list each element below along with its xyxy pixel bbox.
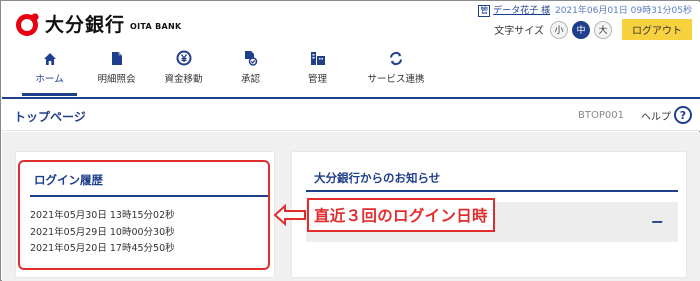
font-size-small-button[interactable]: 小 <box>550 20 568 39</box>
nav-management[interactable]: 管理 <box>284 46 351 96</box>
font-size-large-button[interactable]: 大 <box>594 20 612 39</box>
login-history-list: 2021年05月30日 13時15分02秒 2021年05月29日 10時00分… <box>30 208 175 258</box>
main-nav: ホーム 明細照会 資金移動 承認 管理 サービス連携 <box>16 46 441 96</box>
management-icon <box>284 46 351 66</box>
logout-button[interactable]: ログアウト <box>622 19 692 40</box>
list-item: 2021年05月30日 13時15分02秒 <box>30 210 175 221</box>
list-item: 2021年05月29日 10時00分30秒 <box>30 226 175 238</box>
nav-service-link-label: サービス連携 <box>367 74 425 85</box>
login-history-title: ログイン履歴 <box>34 173 103 187</box>
list-item: 2021年05月20日 17時45分50秒 <box>30 243 175 254</box>
notices-divider <box>306 190 678 192</box>
nav-home[interactable]: ホーム <box>16 46 83 96</box>
page-title: トップページ <box>14 110 86 124</box>
font-size-label: 文字サイズ <box>494 26 544 37</box>
nav-home-label: ホーム <box>35 74 64 85</box>
nav-approval-label: 承認 <box>240 74 260 85</box>
left-arrow-icon <box>273 204 306 226</box>
page-id: BTOP001 <box>578 110 624 121</box>
last-login-time: 2021年06月01日 09時31分05秒 <box>554 6 692 16</box>
page-title-bar: トップページ BTOP001 ヘルプ ? <box>2 99 700 131</box>
bank-logo[interactable]: 大分銀行 OITA BANK <box>16 10 182 37</box>
user-name-link[interactable]: データ花子 様 <box>493 6 550 16</box>
annotation-text: 直近３回のログイン日時 <box>307 198 495 232</box>
help-label: ヘルプ <box>641 111 671 123</box>
yen-transfer-icon <box>150 46 217 66</box>
bank-logo-icon <box>16 12 40 36</box>
collapse-button[interactable]: − <box>651 212 664 231</box>
service-link-icon <box>351 46 441 66</box>
app-window: 大分銀行 OITA BANK 管データ花子 様 2021年06月01日 09時3… <box>0 0 700 281</box>
nav-fund-transfer-label: 資金移動 <box>164 74 203 85</box>
font-size-controls: 文字サイズ 小 中 大 ログアウト <box>494 19 692 40</box>
help-icon: ? <box>674 106 692 124</box>
document-icon <box>83 46 150 66</box>
home-icon <box>16 46 83 66</box>
font-size-medium-button[interactable]: 中 <box>572 20 590 39</box>
annotation-callout: 直近３回のログイン日時 <box>273 198 495 232</box>
login-history-panel: ログイン履歴 2021年05月30日 13時15分02秒 2021年05月29日… <box>16 152 274 277</box>
bank-name-en: OITA BANK <box>130 22 182 31</box>
user-info: 管データ花子 様 2021年06月01日 09時31分05秒 <box>478 3 692 17</box>
nav-approval[interactable]: 承認 <box>217 46 284 96</box>
nav-management-label: 管理 <box>307 74 327 85</box>
notices-title: 大分銀行からのお知らせ <box>314 171 441 185</box>
login-history-divider <box>30 195 268 197</box>
nav-fund-transfer[interactable]: 資金移動 <box>150 46 217 96</box>
user-role-badge: 管 <box>478 5 491 17</box>
help-button[interactable]: ヘルプ ? <box>641 106 692 124</box>
bank-name: 大分銀行 <box>45 14 126 36</box>
header: 大分銀行 OITA BANK 管データ花子 様 2021年06月01日 09時3… <box>2 2 700 98</box>
nav-statements-label: 明細照会 <box>97 74 136 85</box>
approval-icon <box>217 46 284 66</box>
nav-service-link[interactable]: サービス連携 <box>351 46 441 96</box>
nav-statements[interactable]: 明細照会 <box>83 46 150 96</box>
